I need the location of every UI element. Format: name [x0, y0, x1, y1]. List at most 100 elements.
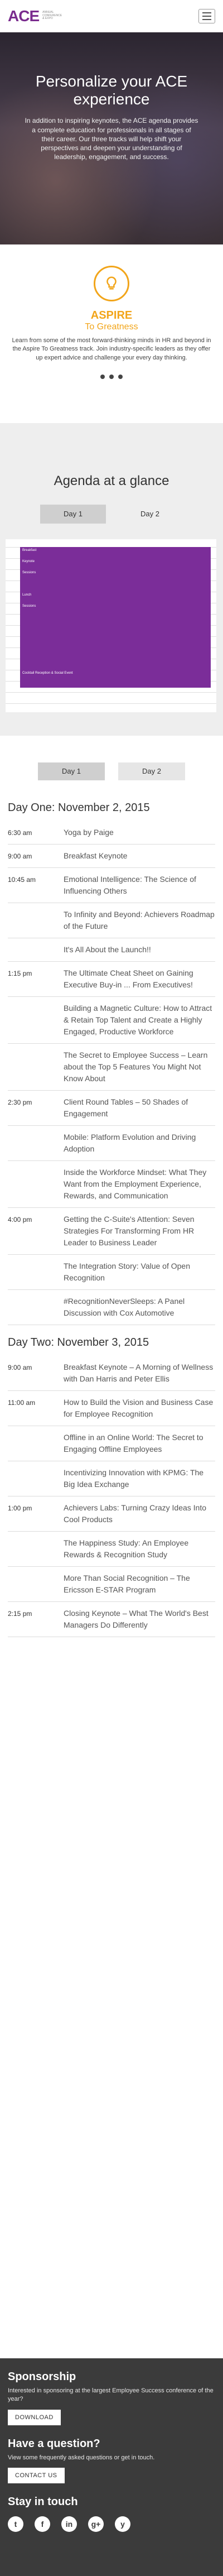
session-row: The Happiness Study: An Employee Rewards…: [8, 1532, 215, 1567]
session-time: [8, 1126, 64, 1160]
block-label: Keynote: [22, 560, 35, 563]
twitter-icon[interactable]: t: [8, 2516, 23, 2532]
social-links: t f in g+ y: [8, 2516, 215, 2532]
tab-day-2[interactable]: Day 2: [118, 762, 185, 780]
session-time: [8, 1532, 64, 1566]
session-title[interactable]: The Happiness Study: An Employee Rewards…: [64, 1532, 215, 1566]
logo[interactable]: ACE ANNUAL CONFERENCE & EXPO: [8, 7, 62, 25]
session-title[interactable]: #RecognitionNeverSleeps: A Panel Discuss…: [64, 1290, 215, 1325]
session-row: 9:00 am Breakfast Keynote: [8, 845, 215, 868]
day-tabs: Day 1 Day 2: [0, 736, 223, 797]
youtube-icon[interactable]: y: [115, 2516, 130, 2532]
session-row: 4:00 pm Getting the C-Suite's Attention: …: [8, 1208, 215, 1255]
session-title[interactable]: Achievers Labs: Turning Crazy Ideas Into…: [64, 1496, 215, 1531]
session-time: 9:00 am: [8, 1364, 32, 1371]
session-row: The Secret to Employee Success – Learn a…: [8, 1044, 215, 1091]
session-title[interactable]: The Secret to Employee Success – Learn a…: [64, 1044, 215, 1090]
session-row: The Integration Story: Value of Open Rec…: [8, 1255, 215, 1290]
session-row: 1:15 pm The Ultimate Cheat Sheet on Gaini…: [8, 962, 215, 997]
linkedin-icon[interactable]: in: [61, 2516, 77, 2532]
download-button[interactable]: DOWNLOAD: [8, 2409, 61, 2425]
session-time: [8, 997, 64, 1043]
session-title[interactable]: Closing Keynote – What The World's Best …: [64, 1602, 215, 1637]
logo-mark: ACE: [8, 7, 40, 25]
session-title[interactable]: Mobile: Platform Evolution and Driving A…: [64, 1126, 215, 1160]
lightbulb-icon: [94, 266, 129, 301]
aspire-text: Learn from some of the most forward-thin…: [12, 337, 211, 361]
session-title[interactable]: Breakfast Keynote: [64, 845, 215, 867]
session-row: 1:00 pm Achievers Labs: Turning Crazy Ide…: [8, 1496, 215, 1532]
day-title: Day Two: November 3, 2015: [8, 1336, 149, 1349]
day-one-schedule: Day One: November 2, 2015 6:30 am Yoga by…: [0, 802, 223, 1325]
session-row: 9:00 am Breakfast Keynote – A Morning of …: [8, 1356, 215, 1391]
hamburger-icon[interactable]: [198, 8, 215, 23]
block-label: Sessions: [22, 605, 36, 608]
session-title[interactable]: Building a Magnetic Culture: How to Attr…: [64, 997, 215, 1043]
agenda-grid: Breakfast Keynote Sessions Lunch Session…: [6, 539, 216, 712]
aspire-title: ASPIRE: [90, 309, 133, 322]
session-time: [8, 1290, 64, 1325]
agenda-block: Breakfast Keynote Sessions Lunch Session…: [20, 547, 211, 688]
tab-day-2[interactable]: Day 2: [117, 505, 183, 524]
contact-button[interactable]: CONTACT US: [8, 2468, 65, 2484]
carousel-dot[interactable]: [100, 375, 105, 380]
sponsorship-title: Sponsorship: [8, 2371, 76, 2383]
carousel-dots: [0, 375, 223, 380]
carousel-dot[interactable]: [109, 375, 114, 380]
session-title[interactable]: It's All About the Launch!!: [64, 938, 215, 961]
facebook-icon[interactable]: f: [35, 2516, 50, 2532]
session-time: 1:15 pm: [8, 970, 32, 977]
session-title[interactable]: To Infinity and Beyond: Achievers Roadma…: [64, 903, 215, 938]
session-title[interactable]: Yoga by Paige: [64, 821, 215, 844]
session-row: Building a Magnetic Culture: How to Attr…: [8, 997, 215, 1044]
agenda-at-a-glance: Agenda at a glance Day 1 Day 2 Breakfast…: [0, 423, 223, 736]
session-row: Incentivizing Innovation with KPMG: The …: [8, 1461, 215, 1496]
session-row: 6:30 am Yoga by Paige: [8, 821, 215, 845]
session-time: [8, 1461, 64, 1496]
session-title[interactable]: How to Build the Vision and Business Cas…: [64, 1391, 215, 1426]
session-time: 1:00 pm: [8, 1504, 32, 1512]
session-row: More Than Social Recognition – The Erics…: [8, 1567, 215, 1602]
sponsorship-text: Interested in sponsoring at the largest …: [8, 2387, 214, 2403]
session-time: 4:00 pm: [8, 1216, 32, 1224]
session-time: [8, 1161, 64, 1207]
tab-day-1[interactable]: Day 1: [40, 505, 106, 524]
question-title: Have a question?: [8, 2437, 100, 2450]
session-row: To Infinity and Beyond: Achievers Roadma…: [8, 903, 215, 938]
carousel-dot[interactable]: [118, 375, 123, 380]
session-title[interactable]: Getting the C-Suite's Attention: Seven S…: [64, 1208, 215, 1254]
hero-title: Personalize your ACE experience: [35, 73, 188, 108]
session-row: Offline in an Online World: The Secret t…: [8, 1426, 215, 1461]
session-time: 10:45 am: [8, 876, 36, 884]
hero: Personalize your ACE experience In addit…: [0, 32, 223, 244]
session-row: 2:15 pm Closing Keynote – What The World'…: [8, 1602, 215, 1637]
logo-subtitle: ANNUAL CONFERENCE & EXPO: [42, 11, 62, 21]
stay-title: Stay in touch: [8, 2496, 78, 2508]
session-time: [8, 1567, 64, 1601]
footer: Sponsorship Interested in sponsoring at …: [0, 2358, 223, 2576]
session-row: Inside the Workforce Mindset: What They …: [8, 1161, 215, 1208]
glance-title: Agenda at a glance: [54, 473, 169, 488]
session-title[interactable]: Breakfast Keynote – A Morning of Wellnes…: [64, 1356, 215, 1390]
session-row: 11:00 am How to Build the Vision and Busi…: [8, 1391, 215, 1426]
session-row: #RecognitionNeverSleeps: A Panel Discuss…: [8, 1290, 215, 1325]
session-time: [8, 938, 64, 961]
session-title[interactable]: The Ultimate Cheat Sheet on Gaining Exec…: [64, 962, 215, 996]
session-title[interactable]: Incentivizing Innovation with KPMG: The …: [64, 1461, 215, 1496]
session-time: 2:30 pm: [8, 1098, 32, 1106]
session-time: [8, 903, 64, 938]
session-title[interactable]: Emotional Intelligence: The Science of I…: [64, 868, 215, 903]
tab-day-1[interactable]: Day 1: [38, 762, 105, 780]
session-row: Mobile: Platform Evolution and Driving A…: [8, 1126, 215, 1161]
session-title[interactable]: Offline in an Online World: The Secret t…: [64, 1426, 215, 1461]
session-title[interactable]: Client Round Tables – 50 Shades of Engag…: [64, 1091, 215, 1125]
session-title[interactable]: More Than Social Recognition – The Erics…: [64, 1567, 215, 1601]
aspire-subtitle: To Greatness: [85, 322, 138, 332]
session-title[interactable]: Inside the Workforce Mindset: What They …: [64, 1161, 215, 1207]
block-label: Cocktail Reception & Social Event: [22, 671, 73, 675]
google-plus-icon[interactable]: g+: [88, 2516, 104, 2532]
session-title[interactable]: The Integration Story: Value of Open Rec…: [64, 1255, 215, 1289]
session-time: 9:00 am: [8, 852, 32, 860]
session-time: 2:15 pm: [8, 1610, 32, 1618]
session-time: 6:30 am: [8, 829, 32, 837]
